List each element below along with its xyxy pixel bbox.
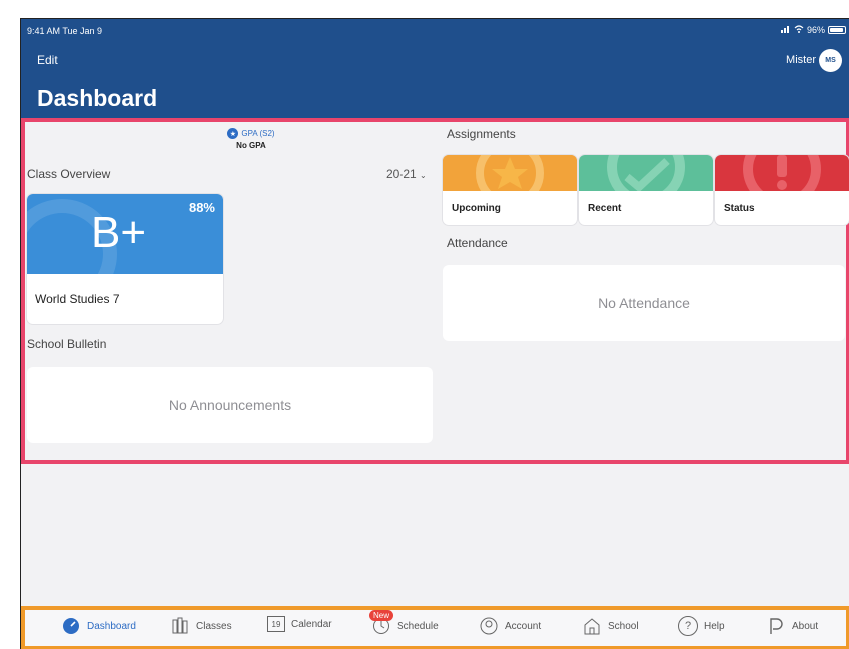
dashboard-icon (61, 616, 81, 636)
tab-dashboard[interactable]: Dashboard (61, 616, 136, 636)
tab-school[interactable]: School (582, 616, 639, 636)
calendar-icon: 19 (267, 616, 285, 632)
tile-label: Recent (588, 203, 622, 214)
new-badge: New (369, 610, 394, 621)
bulletin-panel: No Announcements (27, 367, 433, 443)
tab-help[interactable]: ? Help (678, 616, 725, 636)
app-window: 9:41 AM Tue Jan 9 96% Edit Mister MS Das… (20, 18, 849, 649)
assignments-upcoming-tile[interactable]: Upcoming (443, 155, 577, 225)
assignments-status-tile[interactable]: Status (715, 155, 849, 225)
tab-label: School (608, 620, 639, 632)
tab-label: Calendar (291, 618, 332, 630)
tab-schedule[interactable]: New Schedule (369, 610, 439, 636)
year-value: 20-21 (386, 167, 417, 181)
about-icon (766, 616, 786, 636)
class-grade: B+ (91, 208, 147, 257)
tile-label: Status (724, 203, 755, 214)
user-name[interactable]: Mister (786, 54, 816, 66)
checkmark-icon (579, 155, 713, 191)
wifi-icon (794, 25, 804, 35)
nav-header: 9:41 AM Tue Jan 9 96% Edit Mister MS Das… (21, 19, 849, 118)
star-icon (443, 155, 577, 191)
tab-about[interactable]: About (766, 616, 818, 636)
tab-classes[interactable]: Classes (170, 616, 232, 636)
attendance-heading: Attendance (447, 236, 508, 250)
status-time: 9:41 AM Tue Jan 9 (27, 26, 103, 36)
tab-calendar[interactable]: 19 Calendar (267, 616, 332, 632)
chevron-down-icon: ⌄ (420, 171, 427, 180)
tab-label: Schedule (397, 620, 439, 632)
status-indicators: 96% (780, 25, 846, 35)
school-bulletin-heading: School Bulletin (27, 337, 107, 351)
signal-icon (780, 25, 791, 35)
bulletin-empty-text: No Announcements (168, 397, 292, 413)
account-icon (479, 616, 499, 636)
gpa-label: GPA (S2) (241, 129, 275, 138)
attendance-panel: No Attendance (443, 265, 845, 341)
class-name: World Studies 7 (35, 292, 120, 306)
battery-icon (828, 26, 846, 34)
class-card[interactable]: B+ 88% World Studies 7 (27, 194, 223, 324)
attendance-empty-text: No Attendance (598, 295, 690, 311)
star-icon: ★ (227, 128, 239, 139)
gpa-summary[interactable]: ★ GPA (S2) No GPA (201, 128, 301, 150)
year-selector[interactable]: 20-21 ⌄ (386, 167, 427, 181)
battery-percent: 96% (806, 25, 825, 35)
tab-label: Dashboard (87, 620, 136, 632)
class-card-banner: B+ 88% (27, 194, 223, 274)
assignments-recent-tile[interactable]: Recent (579, 155, 713, 225)
tile-label: Upcoming (452, 203, 501, 214)
class-overview-heading: Class Overview (27, 167, 111, 181)
class-percent: 88% (188, 200, 215, 215)
tab-label: Account (505, 620, 542, 632)
tab-label: Classes (196, 620, 232, 632)
edit-button[interactable]: Edit (37, 53, 58, 67)
classes-icon (170, 616, 190, 636)
exclamation-icon (715, 155, 849, 191)
tab-bar: Dashboard Classes 19 Calendar New Schedu… (21, 606, 849, 649)
tab-label: About (792, 620, 819, 632)
schedule-icon: New (369, 610, 394, 636)
avatar[interactable]: MS (819, 49, 842, 72)
page-title: Dashboard (37, 85, 158, 111)
help-icon: ? (678, 616, 698, 636)
assignments-heading: Assignments (447, 127, 516, 141)
school-icon (582, 616, 602, 636)
tab-account[interactable]: Account (479, 616, 541, 636)
tab-label: Help (704, 620, 725, 632)
gpa-value: No GPA (236, 141, 266, 150)
